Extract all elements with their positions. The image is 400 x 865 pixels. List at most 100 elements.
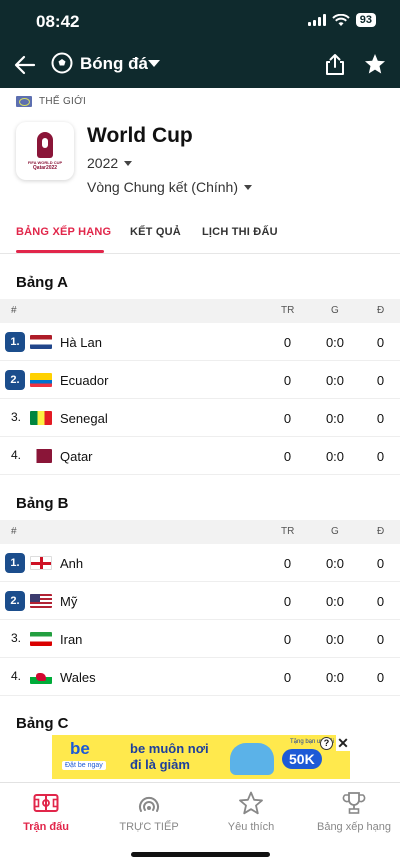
- sport-selector[interactable]: Bóng đá: [80, 54, 148, 74]
- status-icons: 93: [307, 13, 376, 27]
- ad-slogan-line-2: đi là giảm: [130, 757, 190, 772]
- points: 0: [376, 556, 385, 571]
- live-icon: [139, 796, 159, 812]
- rank-badge: 2.: [5, 370, 25, 390]
- signal-icon: [307, 14, 326, 26]
- header-played: TR: [281, 305, 295, 316]
- table-row[interactable]: 1. Anh 0 0:0 0: [0, 544, 400, 582]
- soccer-ball-icon[interactable]: [51, 52, 73, 74]
- pitch-icon: [33, 794, 59, 812]
- tab-results[interactable]: KẾT QUẢ: [130, 226, 181, 238]
- ad-illustration: [230, 743, 274, 775]
- goals: 0:0: [325, 670, 345, 685]
- trophy-icon: [342, 792, 366, 814]
- region-label: THẾ GIỚI: [16, 96, 86, 107]
- stage-value: Vòng Chung kết (Chính): [87, 179, 238, 195]
- ad-close-icon[interactable]: ✕: [336, 735, 350, 751]
- app-header: 08:42 93 Bóng đá: [0, 0, 400, 88]
- table-row[interactable]: 1. Hà Lan 0 0:0 0: [0, 323, 400, 361]
- tab-fixtures[interactable]: LỊCH THI ĐẤU: [202, 226, 278, 238]
- header-rank: #: [11, 305, 17, 316]
- goals: 0:0: [325, 594, 345, 609]
- rank-badge: 2.: [5, 591, 25, 611]
- back-arrow-icon[interactable]: [12, 52, 38, 78]
- group-title: Bảng B: [16, 495, 69, 512]
- group-title: Bảng C: [16, 715, 69, 732]
- goals: 0:0: [325, 449, 345, 464]
- goals: 0:0: [325, 632, 345, 647]
- team-name: Iran: [60, 632, 83, 647]
- tab-favorites[interactable]: Yêu thích: [206, 791, 296, 833]
- ad-brand-cta: Đặt be ngay: [62, 761, 106, 770]
- chevron-down-icon: [243, 184, 252, 190]
- points: 0: [376, 411, 385, 426]
- header-goals: G: [331, 305, 339, 316]
- home-indicator: [131, 852, 270, 857]
- logo-text-bottom: Qatar2022: [32, 164, 58, 171]
- table-header: # TR G Đ: [0, 520, 400, 544]
- header-played: TR: [281, 526, 295, 537]
- played: 0: [283, 335, 292, 350]
- team-name: Anh: [60, 556, 84, 571]
- table-row[interactable]: 2. Mỹ 0 0:0 0: [0, 582, 400, 620]
- favorite-star-icon[interactable]: [364, 53, 386, 75]
- team-name: Mỹ: [60, 594, 78, 609]
- ad-info-icon[interactable]: ?: [320, 737, 333, 750]
- tab-label: Trận đấu: [23, 821, 69, 833]
- table-row[interactable]: 3. Iran 0 0:0 0: [0, 620, 400, 658]
- played: 0: [283, 411, 292, 426]
- stage-selector[interactable]: Vòng Chung kết (Chính): [87, 179, 252, 195]
- table-row[interactable]: 3. Senegal 0 0:0 0: [0, 399, 400, 437]
- usa-flag-icon: [30, 594, 52, 608]
- played: 0: [283, 373, 292, 388]
- played: 0: [283, 632, 292, 647]
- wales-flag-icon: [30, 670, 52, 684]
- iran-flag-icon: [30, 632, 52, 646]
- wifi-icon: [332, 13, 350, 26]
- header-rank: #: [11, 526, 17, 537]
- tab-standings[interactable]: BẢNG XẾP HẠNG: [16, 226, 111, 238]
- tab-matches[interactable]: Trận đấu: [1, 791, 91, 833]
- tab-standings-nav[interactable]: Bảng xếp hạng: [309, 791, 399, 833]
- tab-label: Bảng xếp hạng: [316, 821, 391, 833]
- played: 0: [283, 670, 292, 685]
- group-title: Bảng A: [16, 274, 68, 291]
- table-row[interactable]: 2. Ecuador 0 0:0 0: [0, 361, 400, 399]
- goals: 0:0: [325, 335, 345, 350]
- table-row[interactable]: 4. Wales 0 0:0 0: [0, 658, 400, 696]
- team-name: Ecuador: [60, 373, 109, 388]
- header-points: Đ: [377, 526, 385, 537]
- world-flag-icon: [16, 96, 32, 107]
- league-title: World Cup: [87, 124, 193, 147]
- qatar-flag-icon: [30, 449, 52, 463]
- ecuador-flag-icon: [30, 373, 52, 387]
- tab-label: Yêu thích: [227, 821, 275, 833]
- points: 0: [376, 594, 385, 609]
- senegal-flag-icon: [30, 411, 52, 425]
- league-logo: FIFA WORLD CUP Qatar2022: [16, 122, 74, 180]
- share-icon[interactable]: [324, 52, 346, 76]
- table-row[interactable]: 4. Qatar 0 0:0 0: [0, 437, 400, 475]
- tab-live[interactable]: TRỰC TIẾP: [104, 791, 194, 833]
- goals: 0:0: [325, 373, 345, 388]
- content-tabs: BẢNG XẾP HẠNG KẾT QUẢ LỊCH THI ĐẤU: [0, 210, 400, 254]
- team-name: Wales: [60, 670, 96, 685]
- rank-badge: 1.: [5, 332, 25, 352]
- tab-label: TRỰC TIẾP: [119, 821, 179, 833]
- points: 0: [376, 632, 385, 647]
- season-selector[interactable]: 2022: [87, 155, 133, 171]
- team-name: Qatar: [60, 449, 93, 464]
- header-points: Đ: [377, 305, 385, 316]
- header-goals: G: [331, 526, 339, 537]
- netherlands-flag-icon: [30, 335, 52, 349]
- region-text: THẾ GIỚI: [39, 96, 87, 107]
- points: 0: [376, 449, 385, 464]
- played: 0: [283, 449, 292, 464]
- ad-banner[interactable]: be Đặt be ngay be muôn nơi đi là giảm Tặ…: [52, 735, 350, 779]
- points: 0: [376, 373, 385, 388]
- chevron-down-icon[interactable]: [148, 60, 160, 67]
- rank: 3.: [11, 410, 22, 424]
- battery-indicator: 93: [355, 13, 376, 27]
- rank-badge: 1.: [5, 553, 25, 573]
- chevron-down-icon: [124, 160, 133, 166]
